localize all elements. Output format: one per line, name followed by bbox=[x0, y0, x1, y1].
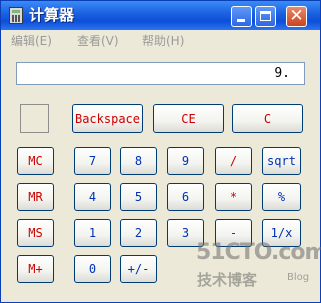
digit-4-button[interactable]: 4 bbox=[74, 183, 111, 211]
maximize-icon bbox=[260, 11, 271, 21]
close-button[interactable]: ✕ bbox=[286, 6, 307, 27]
digit-5-button[interactable]: 5 bbox=[120, 183, 157, 211]
digit-6-button[interactable]: 6 bbox=[167, 183, 204, 211]
divide-button[interactable]: / bbox=[215, 147, 252, 175]
clear-entry-button[interactable]: CE bbox=[153, 104, 224, 133]
calculator-app-icon bbox=[9, 7, 23, 24]
minimize-button[interactable] bbox=[231, 6, 252, 27]
clear-button[interactable]: C bbox=[232, 104, 303, 133]
multiply-button[interactable]: * bbox=[215, 183, 252, 211]
sqrt-button[interactable]: sqrt bbox=[262, 147, 301, 175]
menu-help[interactable]: 帮助(H) bbox=[142, 34, 184, 48]
digit-1-button[interactable]: 1 bbox=[74, 219, 111, 247]
digit-2-button[interactable]: 2 bbox=[120, 219, 157, 247]
maximize-button[interactable] bbox=[255, 6, 276, 27]
minimize-icon bbox=[237, 19, 245, 22]
menu-edit[interactable]: 编辑(E) bbox=[11, 34, 52, 48]
title-bar[interactable]: 计算器 ✕ bbox=[1, 1, 320, 30]
menu-bar: 编辑(E) 查看(V) 帮助(H) bbox=[1, 31, 320, 51]
digit-3-button[interactable]: 3 bbox=[167, 219, 204, 247]
memory-store-button[interactable]: MS bbox=[17, 219, 54, 247]
backspace-button[interactable]: Backspace bbox=[72, 104, 143, 133]
memory-add-button[interactable]: M+ bbox=[17, 255, 54, 283]
digit-7-button[interactable]: 7 bbox=[74, 147, 111, 175]
window-title: 计算器 bbox=[29, 6, 75, 24]
digit-9-button[interactable]: 9 bbox=[167, 147, 204, 175]
calculator-window: 计算器 ✕ 编辑(E) 查看(V) 帮助(H) 9. Backspace CE … bbox=[0, 0, 321, 303]
digit-8-button[interactable]: 8 bbox=[120, 147, 157, 175]
digit-0-button[interactable]: 0 bbox=[74, 255, 111, 283]
menu-view[interactable]: 查看(V) bbox=[77, 34, 119, 48]
percent-button[interactable]: % bbox=[262, 183, 301, 211]
plus-minus-button[interactable]: +/- bbox=[120, 255, 157, 283]
result-display[interactable]: 9. bbox=[16, 62, 305, 85]
display-value: 9. bbox=[274, 66, 290, 81]
memory-clear-button[interactable]: MC bbox=[17, 147, 54, 175]
subtract-button[interactable]: - bbox=[215, 219, 252, 247]
reciprocal-button[interactable]: 1/x bbox=[262, 219, 301, 247]
memory-indicator bbox=[20, 104, 49, 133]
close-icon: ✕ bbox=[289, 6, 304, 26]
memory-recall-button[interactable]: MR bbox=[17, 183, 54, 211]
